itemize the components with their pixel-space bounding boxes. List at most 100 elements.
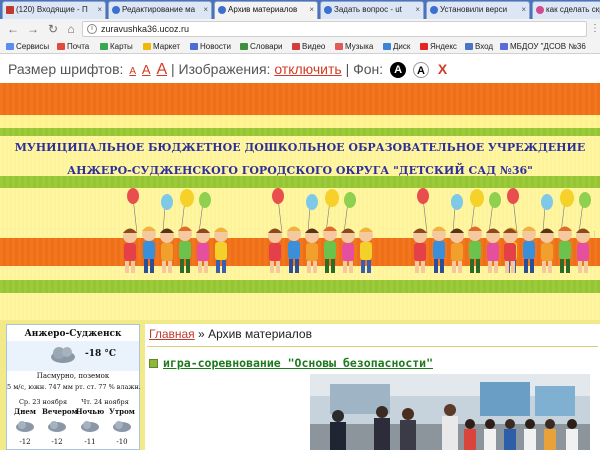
post-title: игра-соревнование "Основы безопасности" [149,356,433,370]
weather-city: Анжеро-Судженск [24,329,122,339]
bookmark-item[interactable]: Музыка [335,40,373,53]
font-size-large-link[interactable]: А [156,61,167,78]
forward-arrow-icon[interactable]: → [26,22,40,36]
tab-label: Архив материалов [228,5,298,14]
font-size-medium-link[interactable]: А [142,62,151,77]
bookmark-item[interactable]: Почта [57,40,89,53]
weather-details: 5 м/с, южн. 747 мм рт. ст. 77 % влажн. [7,383,141,391]
map-pin-icon [100,43,108,50]
images-toggle-link[interactable]: отключить [274,61,341,77]
forecast-temp: -12 [51,438,63,446]
orange-stripe [0,83,600,115]
header-title-line-2: АНЖЕРО-СУДЖЕНСКОГО ГОРОДСКОГО ОКРУГА "ДЕ… [67,164,533,177]
site-favicon-icon [112,6,120,14]
background-label: Фон: [353,61,384,77]
weather-current-temp: -18 °C [85,349,117,359]
close-icon[interactable]: × [521,2,526,18]
forecast-temp: -12 [19,438,31,446]
bookmark-item[interactable]: Вход [465,40,493,53]
home-icon[interactable]: ⌂ [64,22,78,36]
video-icon [292,43,300,50]
news-icon [190,43,198,50]
weather-current-panel [7,341,139,371]
tab-label: Редактирование ма [122,5,196,14]
bookmark-item[interactable]: Новости [190,40,231,53]
background-black-button[interactable]: А [390,62,407,79]
info-icon[interactable]: i [87,24,97,34]
bullet-icon [149,359,158,368]
cloud-icon [16,421,34,432]
bookmark-item[interactable]: Видео [292,40,325,53]
browser-tab[interactable]: Редактирование ма × [108,1,212,19]
reload-icon[interactable]: ↻ [46,22,60,36]
bookmark-item[interactable]: Словари [240,40,283,53]
tab-label: (120) Входящие - П [16,5,88,14]
apps-grid-icon [6,43,14,50]
post-photo[interactable] [310,374,590,450]
bookmark-item[interactable]: Яндекс [420,40,457,53]
tab-label: Задать вопрос - ut [334,5,402,14]
weather-widget: Анжеро-Судженск -18 °C Пасмурно, поземок… [6,324,141,450]
disk-icon [383,43,391,50]
menu-icon[interactable]: ⋮ [588,22,600,36]
browser-tab[interactable]: как сделать скр [532,1,600,19]
weather-condition: Пасмурно, поземок [36,372,110,380]
tab-label: как сделать скр [546,5,600,14]
browser-tab[interactable]: Задать вопрос - ut × [320,1,424,19]
bookmark-label: Вход [475,42,494,51]
search-favicon-icon [536,6,544,14]
bookmark-label: Диск [393,42,411,51]
font-size-small-link[interactable]: А [129,66,136,77]
bookmark-label: Новости [200,42,231,51]
market-icon [143,43,151,50]
back-arrow-icon[interactable]: ← [6,22,20,36]
forecast-temp: -10 [116,438,128,446]
green-stripe [0,176,600,188]
post-title-link[interactable]: игра-соревнование "Основы безопасности" [163,356,433,370]
weather-day-2: Чт. 24 ноября [81,398,129,406]
breadcrumb-current: Архив материалов [208,327,312,341]
breadcrumb-home-link[interactable]: Главная [149,327,195,341]
divider [147,346,598,347]
cloud-icon [113,421,131,432]
site-favicon-icon [218,6,226,14]
bookmark-item[interactable]: Карты [100,40,133,53]
accessibility-bar: Размер шрифтов: А А А | Изображения: отк… [0,55,600,83]
browser-tab[interactable]: Установили верси × [426,1,530,19]
bookmark-label: Карты [110,42,133,51]
yellow-stripe [0,115,600,128]
bookmark-label: Музыка [345,42,374,51]
main-content: Главная » Архив материалов игра-соревнов… [145,324,600,450]
browser-tab-active[interactable]: Архив материалов × [214,1,318,19]
close-icon[interactable]: × [97,2,102,18]
bookmark-item[interactable]: Диск [383,40,410,53]
images-label: Изображения: [178,61,271,77]
cloud-icon [51,347,75,363]
browser-tab[interactable]: (120) Входящие - П × [2,1,106,19]
breadcrumb-separator: » [198,327,205,341]
url-text: zuravushka36.ucoz.ru [101,24,190,34]
close-icon[interactable]: × [309,2,314,18]
site-header-banner: МУНИЦИПАЛЬНОЕ БЮДЖЕТНОЕ ДОШКОЛЬНОЕ ОБРАЗ… [0,83,600,320]
browser-toolbar: ← → ↻ ⌂ i zuravushka36.ucoz.ru ⋮ [0,19,600,39]
close-icon[interactable]: × [203,2,208,18]
close-icon[interactable]: × [415,2,420,18]
yandex-icon [420,43,428,50]
mail-favicon-icon [6,6,14,14]
bookmark-item[interactable]: Маркет [143,40,180,53]
bookmark-item[interactable]: Сервисы [6,40,49,53]
background-white-button[interactable]: А [412,62,429,79]
cloud-icon [48,421,66,432]
background-reset-button[interactable]: X [438,61,447,77]
ucoz-favicon-icon [324,6,332,14]
bookmarks-bar: Сервисы Почта Карты Маркет Новости Слова… [0,39,600,54]
cloud-icon [81,421,99,432]
bookmark-label: Почта [67,42,90,51]
bookmark-item[interactable]: МБДОУ "ДСОВ №36 [500,40,586,53]
forecast-part-evening: Вечером [42,407,78,416]
font-size-label: Размер шрифтов: [8,61,124,77]
bookmark-label: Словари [250,42,283,51]
address-bar[interactable]: i zuravushka36.ucoz.ru [82,21,587,37]
forecast-part-day: Днем [14,407,36,416]
forecast-part-night: Ночью [75,407,105,416]
